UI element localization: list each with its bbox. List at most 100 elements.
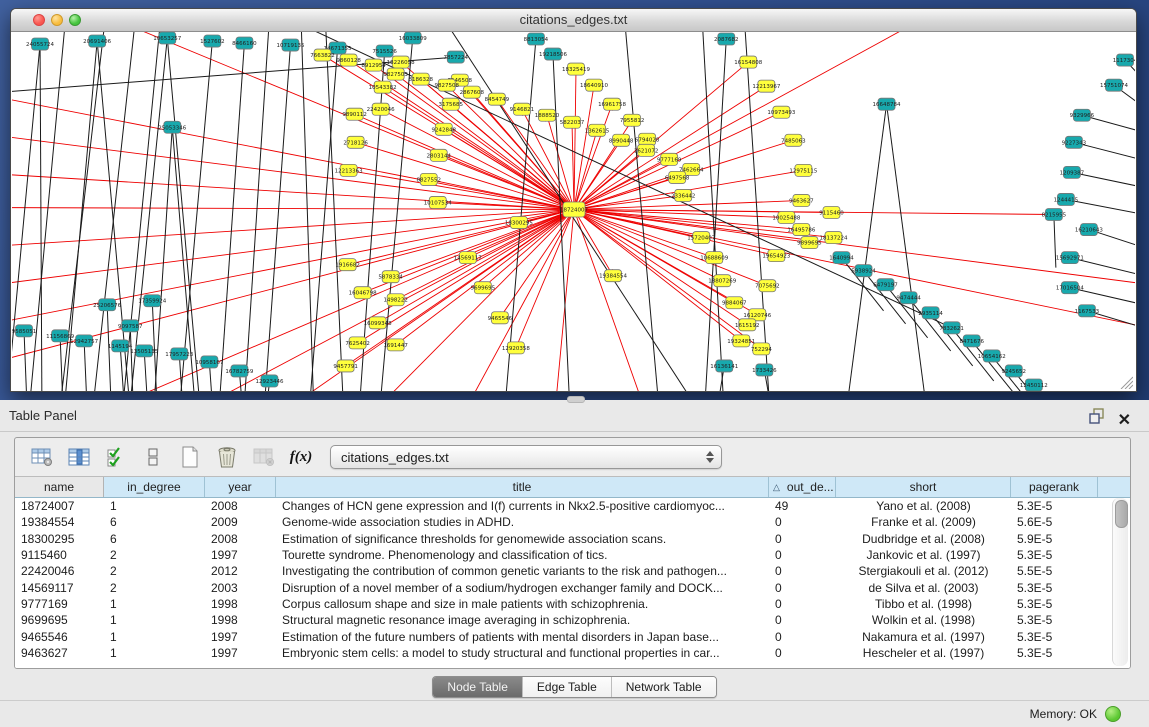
select-rows-icon[interactable]	[103, 445, 129, 469]
vertical-scrollbar[interactable]	[1112, 498, 1128, 666]
table-row[interactable]: 911546021997Tourette syndrome. Phenomeno…	[15, 547, 1130, 563]
table-row[interactable]: 977716911998Corpus callosum shape and si…	[15, 596, 1130, 612]
column-header-short[interactable]: short	[836, 477, 1011, 497]
float-window-icon[interactable]	[1089, 408, 1105, 424]
citation-edge-red	[12, 172, 574, 209]
function-builder-icon[interactable]: f(x)	[288, 445, 314, 469]
graph-node-label: 2867608	[460, 90, 485, 96]
graph-node-label: 15720407	[687, 236, 715, 242]
citation-edge-black	[40, 44, 42, 391]
table-row[interactable]: 1830029562008Estimation of significance …	[15, 531, 1130, 547]
delete-rows-trash-icon[interactable]	[214, 445, 240, 469]
citation-edge-black	[24, 331, 28, 391]
graph-node-label: 17957223	[165, 352, 193, 358]
column-header-in_degree[interactable]: in_degree	[104, 477, 205, 497]
table-settings-icon[interactable]	[29, 445, 55, 469]
table-cell-pagerank: 5.3E-5	[1011, 548, 1098, 562]
table-selector-dropdown[interactable]: citations_edges.txt	[330, 445, 722, 469]
column-header-label: in_degree	[123, 480, 184, 494]
table-cell-short: Tibbo et al. (1998)	[836, 597, 1011, 611]
memory-status-label: Memory: OK	[1030, 707, 1097, 721]
graph-node-label: 17016504	[1056, 286, 1084, 292]
column-header-out_degree[interactable]: △out_de...	[769, 477, 836, 497]
table-panel-titlebar: Table Panel ✕	[0, 400, 1149, 432]
table-row[interactable]: 1456911722003Disruption of a novel membe…	[15, 579, 1130, 595]
graph-node-label: 1888520	[535, 113, 560, 119]
delete-table-icon[interactable]	[251, 445, 277, 469]
column-header-pagerank[interactable]: pagerank	[1011, 477, 1098, 497]
graph-node-label: 15692971	[1056, 256, 1084, 262]
scrollbar-thumb[interactable]	[1115, 500, 1128, 528]
table-cell-year: 1997	[205, 548, 276, 562]
table-cell-pagerank: 5.9E-5	[1011, 532, 1098, 546]
network-canvas[interactable]: 1872400724055724206914061065325715276028…	[12, 32, 1135, 391]
table-row[interactable]: 1872400712008Changes of HCN gene express…	[15, 498, 1130, 514]
citation-edge-black	[301, 32, 315, 391]
table-cell-pagerank: 5.3E-5	[1011, 597, 1098, 611]
table-cell-title: Changes of HCN gene expression and I(f) …	[276, 499, 769, 513]
table-cell-out_degree: 0	[769, 548, 836, 562]
graph-node-label: 7485063	[781, 138, 806, 144]
graph-node-label: 10543382	[369, 85, 397, 91]
citation-graph[interactable]: 1872400724055724206914061065325715276028…	[12, 32, 1135, 391]
table-cell-name: 9777169	[15, 597, 104, 611]
table-panel: Table Panel ✕	[0, 400, 1149, 727]
citation-edge-black	[217, 43, 244, 391]
table-cell-title: Genome-wide association studies in ADHD.	[276, 515, 769, 529]
new-table-icon[interactable]	[177, 445, 203, 469]
tab-edge-table[interactable]: Edge Table	[523, 677, 612, 697]
column-header-label: name	[40, 480, 78, 494]
graph-node-label: 10025488	[772, 216, 800, 222]
graph-node-label: 16961758	[598, 102, 626, 108]
graph-node-label: 10973493	[767, 110, 795, 116]
graph-node-label: 8827552	[416, 177, 440, 183]
column-header-name[interactable]: name	[15, 477, 104, 497]
table-cell-pagerank: 5.3E-5	[1011, 646, 1098, 660]
citation-edge-red	[378, 209, 574, 322]
table-cell-out_degree: 49	[769, 499, 836, 513]
graph-node-label: 7857224	[444, 55, 469, 61]
window-titlebar[interactable]: citations_edges.txt	[11, 9, 1136, 32]
graph-node-label: 9899695	[797, 241, 822, 247]
table-panel-title: Table Panel	[9, 408, 77, 423]
table-row[interactable]: 946362711997Embryonic stem cells: a mode…	[15, 645, 1130, 661]
citation-edge-black	[127, 38, 167, 391]
table-row[interactable]: 946554611997Estimation of the future num…	[15, 628, 1130, 644]
table-cell-title: Disruption of a novel member of a sodium…	[276, 581, 769, 595]
graph-node-label: 9777169	[657, 157, 682, 163]
table-row[interactable]: 2242004622012Investigating the contribut…	[15, 563, 1130, 579]
close-panel-icon[interactable]: ✕	[1118, 405, 1131, 436]
graph-node-label: 1498222	[383, 298, 407, 304]
graph-node-label: 16046798	[349, 291, 377, 297]
table-cell-short: de Silva et al. (2003)	[836, 581, 1011, 595]
tab-node-table[interactable]: Node Table	[433, 677, 523, 697]
table-cell-short: Nakamura et al. (1997)	[836, 630, 1011, 644]
graph-node-label: 12923446	[255, 379, 283, 385]
graph-node-label: 1916682	[335, 263, 359, 269]
table-cell-title: Estimation of the future numbers of pati…	[276, 630, 769, 644]
graph-node-label: 18325419	[562, 67, 590, 73]
table-cell-out_degree: 0	[769, 646, 836, 660]
table-cell-short: Hescheler et al. (1997)	[836, 646, 1011, 660]
show-columns-icon[interactable]	[66, 445, 92, 469]
table-cell-short: Dudbridge et al. (2008)	[836, 532, 1011, 546]
table-cell-out_degree: 0	[769, 564, 836, 578]
table-cell-out_degree: 0	[769, 581, 836, 595]
graph-node-label: 18640910	[580, 83, 608, 89]
graph-node-label: 9827503	[383, 72, 408, 78]
table-cell-name: 9463627	[15, 646, 104, 660]
tab-network-table[interactable]: Network Table	[612, 677, 716, 697]
resize-grip[interactable]	[1117, 373, 1133, 389]
citation-edge-black	[887, 104, 930, 391]
table-cell-year: 1998	[205, 597, 276, 611]
table-row[interactable]: 969969511998Structural magnetic resonanc…	[15, 612, 1130, 628]
merge-tables-icon[interactable]	[140, 445, 166, 469]
column-header-year[interactable]: year	[205, 477, 276, 497]
graph-node-label: 10107534	[424, 200, 452, 206]
graph-node-label: 10719135	[277, 43, 305, 49]
graph-node-label: 1244415	[1054, 197, 1079, 203]
graph-node-label: 9115460	[819, 211, 844, 217]
column-header-title[interactable]: title	[276, 477, 769, 497]
graph-node-label: 12920358	[502, 346, 530, 352]
table-row[interactable]: 1938455462009Genome-wide association stu…	[15, 514, 1130, 530]
